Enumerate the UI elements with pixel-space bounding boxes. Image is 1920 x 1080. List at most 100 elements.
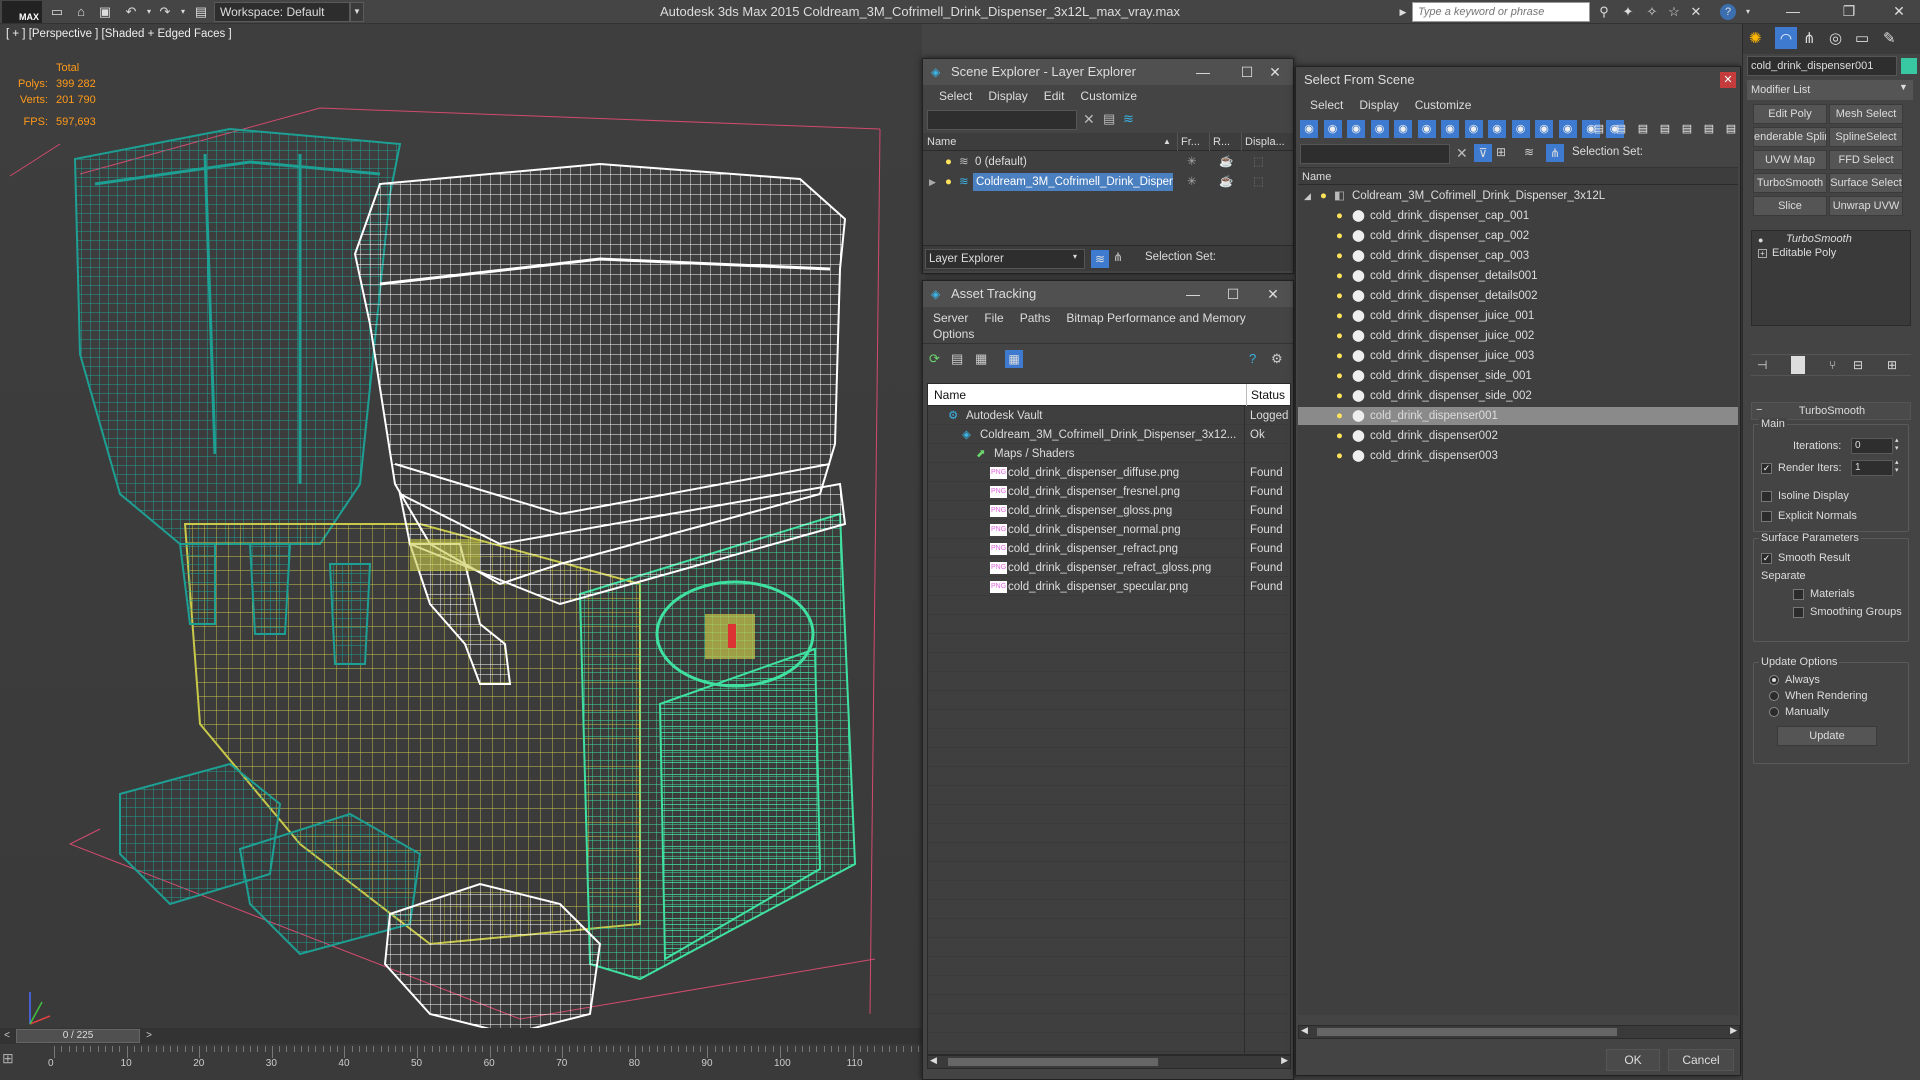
project-folder-icon[interactable]: ▤	[192, 3, 210, 21]
make-unique-icon[interactable]: ⑂	[1829, 358, 1836, 372]
scene-object-row[interactable]: ● ⬤ cold_drink_dispenser_side_001	[1298, 367, 1738, 385]
smoothing-groups-row[interactable]: Smoothing Groups	[1793, 606, 1902, 618]
col-name[interactable]: Name	[927, 133, 956, 151]
select-from-scene-title[interactable]: Select From Scene ✕	[1296, 67, 1740, 93]
when-rendering-radio[interactable]	[1769, 691, 1779, 702]
keyword-search-input[interactable]	[1412, 2, 1590, 22]
light-bulb-icon[interactable]: ●	[945, 173, 952, 191]
render-teapot-icon[interactable]: ☕	[1219, 173, 1233, 191]
display-groups-icon[interactable]: ◉	[1441, 120, 1459, 138]
modifier-button-enderable-splir[interactable]: enderable Splir	[1753, 127, 1827, 147]
refresh-icon[interactable]: ⟳	[929, 351, 940, 367]
workspace-dropdown-arrow-icon[interactable]: ▼	[350, 2, 364, 22]
asset-row[interactable]: PNG cold_drink_dispenser_diffuse.png Found	[928, 464, 1290, 482]
ok-button[interactable]: OK	[1606, 1049, 1660, 1071]
create-tab-icon[interactable]: ✺	[1749, 29, 1762, 47]
minimize-icon[interactable]: —	[1774, 0, 1812, 22]
motion-tab-icon[interactable]: ◎	[1829, 29, 1842, 47]
layer-explorer-icon[interactable]: ≋	[1091, 250, 1109, 268]
root-object-row[interactable]: ◢ ● ◧ Coldream_3M_Cofrimell_Drink_Dispen…	[1298, 187, 1738, 205]
display-cameras-icon[interactable]: ◉	[1370, 120, 1389, 138]
modifier-button-splineselect[interactable]: SplineSelect	[1829, 127, 1903, 147]
menu-edit[interactable]: Edit	[1036, 85, 1073, 107]
hierarchy-tab-icon[interactable]: ⋔	[1803, 29, 1816, 47]
hierarchy-icon[interactable]: ⋔	[1546, 144, 1564, 162]
light-bulb-icon[interactable]: ●	[1336, 267, 1343, 285]
menu-paths[interactable]: Paths	[1012, 307, 1059, 329]
display-bones-icon[interactable]: ◉	[1488, 120, 1506, 138]
col-frozen[interactable]: Fr...	[1177, 133, 1200, 151]
tools-icon[interactable]: ✦	[1618, 3, 1638, 21]
col-asset-name[interactable]: Name	[934, 384, 966, 406]
table-view-icon[interactable]: ▦	[975, 351, 987, 367]
explorer-mode-dropdown[interactable]: Layer Explorer	[925, 249, 1085, 269]
asset-row[interactable]: PNG cold_drink_dispenser_fresnel.png Found	[928, 483, 1290, 501]
asset-row[interactable]: ⬈ Maps / Shaders	[928, 445, 1290, 463]
modifier-button-turbosmooth[interactable]: TurboSmooth	[1753, 173, 1827, 193]
scene-explorer-title[interactable]: ◈ Scene Explorer - Layer Explorer — ☐ ✕	[923, 59, 1293, 85]
track-bar-toggle-icon[interactable]: ⊞	[2, 1050, 38, 1072]
col-display[interactable]: Displa...	[1241, 133, 1285, 151]
light-bulb-icon[interactable]: ●	[1336, 287, 1343, 305]
light-bulb-icon[interactable]: ●	[1336, 327, 1343, 345]
asset-row[interactable]: PNG cold_drink_dispenser_normal.png Found	[928, 521, 1290, 539]
next-frame-icon[interactable]: >	[142, 1028, 156, 1044]
materials-checkbox[interactable]	[1793, 588, 1804, 600]
smooth-result-row[interactable]: ✓ Smooth Result	[1761, 552, 1850, 564]
render-iters-row[interactable]: ✓ Render Iters:	[1761, 462, 1842, 474]
invert-display-icon[interactable]: ▤	[1590, 120, 1608, 138]
always-row[interactable]: Always	[1769, 674, 1820, 686]
perspective-viewport[interactable]: [ + ] [Perspective ] [Shaded + Edged Fac…	[0, 24, 922, 1028]
menu-select[interactable]: Select	[931, 85, 980, 107]
asset-row[interactable]: PNG cold_drink_dispenser_gloss.png Found	[928, 502, 1290, 520]
modifier-button-surface-select[interactable]: Surface Select	[1829, 173, 1903, 193]
iterations-spinner[interactable]: 0	[1851, 438, 1893, 454]
expand-arrow-icon[interactable]: ▶	[929, 173, 936, 191]
scene-object-row[interactable]: ● ⬤ cold_drink_dispenser001	[1298, 407, 1738, 425]
asset-row[interactable]: PNG cold_drink_dispenser_specular.png Foun…	[928, 578, 1290, 596]
clear-search-icon[interactable]: ✕	[1083, 111, 1095, 128]
update-button[interactable]: Update	[1777, 726, 1877, 746]
light-bulb-icon[interactable]: ●	[1336, 387, 1343, 405]
manually-row[interactable]: Manually	[1769, 706, 1829, 718]
light-bulb-icon[interactable]: ●	[1336, 227, 1343, 245]
list-view-icon[interactable]: ▤	[951, 351, 963, 367]
modifier-button-ffd-select[interactable]: FFD Select	[1829, 150, 1903, 170]
col-asset-status[interactable]: Status	[1246, 384, 1285, 406]
asset-tracking-title[interactable]: ◈ Asset Tracking — ☐ ✕	[923, 281, 1293, 307]
community-icon[interactable]: ✧	[1642, 3, 1662, 21]
scene-explorer-minimize-icon[interactable]: —	[1183, 59, 1223, 85]
object-color-swatch[interactable]	[1901, 58, 1917, 74]
scroll-right-icon[interactable]: ▶	[1730, 1025, 1737, 1036]
display-helpers-icon[interactable]: ◉	[1394, 120, 1412, 138]
collapse-icon[interactable]: ▤	[1722, 120, 1740, 138]
light-bulb-icon[interactable]: ●	[1336, 407, 1343, 425]
display-shapes-icon[interactable]: ◉	[1323, 120, 1342, 138]
light-bulb-icon[interactable]: ●	[1336, 347, 1343, 365]
scene-explorer-close-icon[interactable]: ✕	[1255, 59, 1295, 85]
modifier-button-edit-poly[interactable]: Edit Poly	[1753, 104, 1827, 124]
asset-row[interactable]: PNG cold_drink_dispenser_refract_gloss.pn…	[928, 559, 1290, 577]
explorer-mode-arrow-icon[interactable]: ▾	[1073, 252, 1077, 261]
scene-object-row[interactable]: ● ⬤ cold_drink_dispenser_juice_001	[1298, 307, 1738, 325]
scene-object-row[interactable]: ● ⬤ cold_drink_dispenser_juice_002	[1298, 327, 1738, 345]
scene-object-row[interactable]: ● ⬤ cold_drink_dispenser002	[1298, 427, 1738, 445]
show-end-result-icon[interactable]	[1791, 356, 1805, 374]
scroll-left-icon[interactable]: ◀	[1301, 1025, 1308, 1036]
light-bulb-icon[interactable]: ●	[1320, 187, 1327, 205]
modify-tab-icon[interactable]: ◠	[1775, 27, 1797, 49]
stack-editable-poly[interactable]: Editable Poly	[1772, 247, 1836, 259]
smoothing-groups-checkbox[interactable]	[1793, 606, 1804, 618]
scene-object-row[interactable]: ● ⬤ cold_drink_dispenser_juice_003	[1298, 347, 1738, 365]
spinner-arrows-icon[interactable]: ▴ ▾	[1895, 458, 1899, 474]
smooth-result-checkbox[interactable]: ✓	[1761, 552, 1772, 564]
asset-row[interactable]: ⚙ Autodesk Vault Logged	[928, 407, 1290, 425]
menu-options[interactable]: Options	[925, 325, 982, 343]
materials-row[interactable]: Materials	[1793, 588, 1855, 600]
find-case-icon[interactable]: ⊞	[1496, 145, 1506, 159]
menu-customize[interactable]: Customize	[1407, 93, 1480, 117]
scene-object-row[interactable]: ● ⬤ cold_drink_dispenser_details001	[1298, 267, 1738, 285]
when-rendering-row[interactable]: When Rendering	[1769, 690, 1868, 702]
help-icon[interactable]: ?	[1720, 4, 1736, 20]
render-teapot-icon[interactable]: ☕	[1219, 153, 1233, 171]
